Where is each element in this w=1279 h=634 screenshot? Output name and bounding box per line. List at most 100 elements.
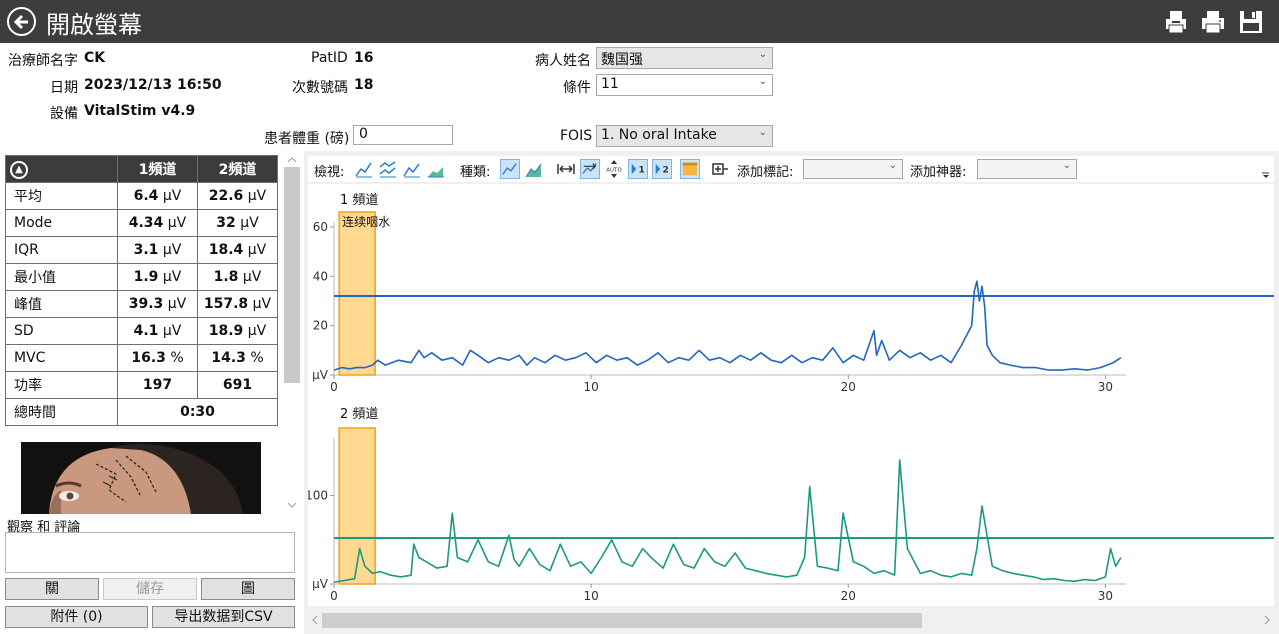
- print-preview-icon[interactable]: [1163, 9, 1189, 35]
- stats-row-label: 功率: [5, 371, 118, 399]
- therapist-value: CK: [84, 50, 106, 66]
- horizontal-scrollbar-thumb[interactable]: [322, 613, 922, 628]
- toolbar-overflow-icon[interactable]: [1261, 171, 1271, 179]
- date-value: 2023/12/13 16:50: [84, 77, 222, 93]
- face-illustration: [21, 442, 261, 514]
- stats-row: MVC 16.3 % 14.3 %: [5, 344, 278, 372]
- stats-row: IQR 3.1 µV 18.4 µV: [5, 236, 278, 264]
- marker-toggle-icon[interactable]: [680, 159, 700, 179]
- stats-ch2-value: 18.4 µV: [197, 236, 278, 264]
- x-tick-label: 0: [330, 380, 338, 394]
- y-tick-label: 100: [308, 489, 328, 503]
- attachments-button[interactable]: 附件 (0): [5, 606, 148, 628]
- session-value: 18: [354, 77, 374, 93]
- stats-ch1-value: 1.9 µV: [117, 263, 198, 291]
- chevron-up-icon[interactable]: ▲: [10, 160, 28, 179]
- x-tick-label: 0: [330, 589, 338, 603]
- stats-row-label: 最小值: [5, 263, 118, 291]
- x-tick-label: 20: [841, 380, 856, 394]
- fit-width-icon[interactable]: [556, 159, 576, 179]
- weight-label: 患者體重 (磅): [264, 131, 350, 147]
- type-line-icon[interactable]: [500, 159, 520, 179]
- chart-1-svg[interactable]: 0 µV 20 40 60 0 10 20 30 连续咽水: [301, 184, 1274, 398]
- svg-text:2: 2: [662, 166, 668, 176]
- left-scrollbar-thumb[interactable]: [284, 167, 300, 383]
- device-label: 設備: [50, 106, 78, 122]
- save-button[interactable]: 儲存: [103, 578, 197, 600]
- channel-1-icon[interactable]: 1: [628, 159, 648, 179]
- stats-ch1-value: 6.4 µV: [117, 182, 198, 210]
- chart-1-title: 1 頻道: [340, 193, 379, 208]
- marker-select[interactable]: ⌄: [803, 159, 903, 179]
- zoom-fit-icon[interactable]: [580, 159, 600, 179]
- stats-row: 平均 6.4 µV 22.6 µV: [5, 182, 278, 210]
- stats-row: 功率 197 691: [5, 371, 278, 399]
- patid-value: 16: [354, 50, 374, 66]
- type-label: 種類:: [460, 165, 491, 180]
- y-tick-label: 0 µV: [308, 368, 329, 382]
- stats-ch1-value: 4.1 µV: [117, 317, 198, 345]
- close-button[interactable]: 關: [5, 578, 99, 600]
- stats-row-label: 平均: [5, 182, 118, 210]
- condition-label: 條件: [563, 80, 591, 96]
- therapist-label: 治療師名字: [8, 53, 78, 69]
- chevron-down-icon: ⌄: [758, 127, 767, 138]
- export-csv-button[interactable]: 导出数据到CSV: [152, 606, 295, 628]
- graph-button[interactable]: 圖: [201, 578, 295, 600]
- stats-ch2-value: 157.8 µV: [197, 290, 278, 318]
- auto-scale-icon[interactable]: AUTO: [604, 159, 624, 179]
- device-select[interactable]: ⌄: [977, 159, 1077, 179]
- stats-ch2-value: 691: [197, 371, 278, 399]
- chart-channel-2: 2 頻道 0 µV 100 0 10 20 30: [301, 398, 1274, 606]
- stats-row-label: Mode: [5, 209, 118, 237]
- chart-toolbar: 檢視: 種類: AUTO 1 2 添加標記: ⌄ 添加神器: ⌄: [308, 156, 1274, 182]
- stats-row: 峰值 39.3 µV 157.8 µV: [5, 290, 278, 318]
- chevron-down-icon: ⌄: [758, 49, 767, 60]
- notes-textarea[interactable]: [5, 532, 295, 573]
- stats-ch2-value: 18.9 µV: [197, 317, 278, 345]
- col-header-ch1: 1頻道: [117, 155, 198, 183]
- x-tick-label: 30: [1098, 380, 1113, 394]
- add-device-label: 添加神器:: [910, 165, 967, 180]
- stats-ch1-value: 16.3 %: [117, 344, 198, 372]
- view-single-icon[interactable]: [354, 159, 374, 179]
- type-area-icon[interactable]: [524, 159, 544, 179]
- view-area-icon[interactable]: [426, 159, 446, 179]
- page-title: 開啟螢幕: [46, 11, 142, 39]
- svg-text:AUTO: AUTO: [606, 168, 622, 174]
- add-marker-label: 添加標記:: [737, 165, 794, 180]
- view-stacked-icon[interactable]: [402, 159, 422, 179]
- date-label: 日期: [50, 80, 78, 96]
- stats-ch1-value: 197: [117, 371, 198, 399]
- stats-ch2-value: 32 µV: [197, 209, 278, 237]
- x-tick-label: 20: [841, 589, 856, 603]
- series-line: [333, 459, 1122, 583]
- series-line: [333, 280, 1122, 371]
- add-marker-icon[interactable]: [710, 159, 730, 179]
- stats-ch1-value: 39.3 µV: [117, 290, 198, 318]
- chart-channel-1: 1 頻道 0 µV 20 40 60 0 10 20 30 连续咽水: [301, 184, 1274, 398]
- print-icon[interactable]: [1200, 9, 1226, 35]
- stats-ch2-value: 22.6 µV: [197, 182, 278, 210]
- session-label: 次數號碼: [292, 80, 348, 96]
- condition-select[interactable]: 11 ⌄: [596, 74, 773, 96]
- weight-input[interactable]: 0: [353, 125, 453, 145]
- view-overlay-icon[interactable]: [378, 159, 398, 179]
- svg-text:1: 1: [638, 166, 644, 176]
- chart-2-svg[interactable]: 0 µV 100 0 10 20 30: [301, 398, 1274, 606]
- patient-select[interactable]: 魏国强 ⌄: [596, 47, 773, 69]
- fois-select[interactable]: 1. No oral Intake ⌄: [596, 125, 773, 147]
- stats-ch2-value: 14.3 %: [197, 344, 278, 372]
- electrode-placement-image: [21, 442, 261, 514]
- channel-2-icon[interactable]: 2: [652, 159, 672, 179]
- chevron-down-icon: ⌄: [758, 76, 767, 87]
- collapse-header[interactable]: ▲: [5, 155, 118, 183]
- stats-row: SD 4.1 µV 18.9 µV: [5, 317, 278, 345]
- device-value: VitalStim v4.9: [84, 103, 196, 119]
- save-icon[interactable]: [1238, 9, 1264, 35]
- y-tick-label: 60: [313, 220, 328, 234]
- back-button[interactable]: [7, 7, 36, 36]
- x-tick-label: 30: [1098, 589, 1113, 603]
- stats-row-label: MVC: [5, 344, 118, 372]
- marker-band: [338, 211, 376, 376]
